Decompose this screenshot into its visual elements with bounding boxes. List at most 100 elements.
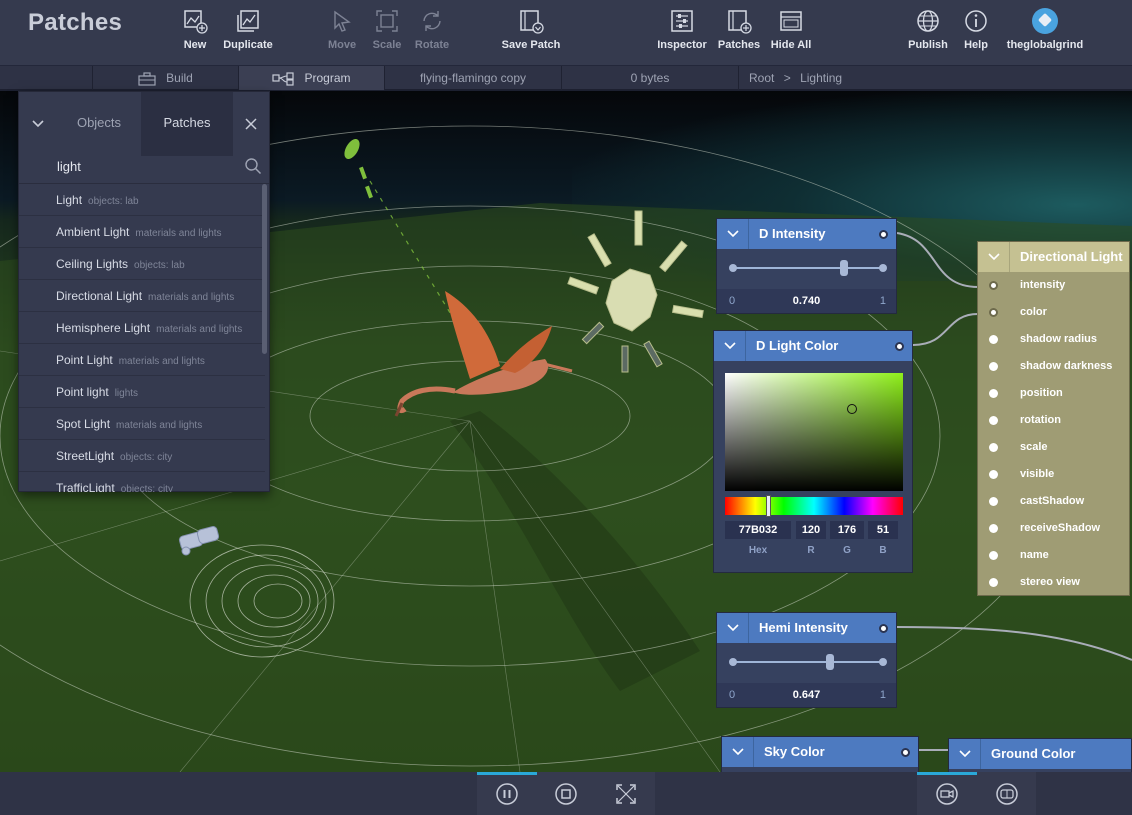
node-header[interactable]: D Intensity: [717, 219, 896, 249]
input-port-row[interactable]: receiveShadow: [978, 515, 1129, 542]
slider-value[interactable]: 0.647: [717, 683, 896, 707]
search-input[interactable]: [55, 156, 235, 176]
pause-icon[interactable]: [495, 782, 519, 806]
collapse-node-button[interactable]: [722, 737, 754, 767]
output-port[interactable]: [879, 230, 888, 239]
search-icon[interactable]: [244, 157, 262, 175]
intensity-slider-track[interactable]: [733, 267, 883, 269]
list-item[interactable]: TrafficLight objects: city: [19, 472, 265, 492]
breadcrumb-root[interactable]: Root: [749, 71, 774, 85]
output-port[interactable]: [895, 342, 904, 351]
close-panel-button[interactable]: [233, 92, 269, 156]
node-header[interactable]: D Light Color: [714, 331, 912, 361]
list-item[interactable]: StreetLight objects: city: [19, 440, 265, 472]
input-port-row[interactable]: rotation: [978, 407, 1129, 434]
camera-icon[interactable]: [935, 782, 959, 806]
input-port[interactable]: [989, 362, 998, 371]
input-port[interactable]: [989, 389, 998, 398]
slider-value[interactable]: 0.740: [717, 289, 896, 313]
intensity-slider-knob[interactable]: [826, 654, 835, 670]
user-name: theglobalgrind: [1006, 39, 1084, 51]
input-port-row[interactable]: color: [978, 299, 1129, 326]
input-port-row[interactable]: shadow darkness: [978, 353, 1129, 380]
input-port-row[interactable]: position: [978, 380, 1129, 407]
list-scrollbar[interactable]: [262, 184, 267, 354]
slider-min-dot: [729, 264, 737, 272]
input-port-row[interactable]: shadow radius: [978, 326, 1129, 353]
list-item[interactable]: Point light lights: [19, 376, 265, 408]
input-port-row[interactable]: scale: [978, 434, 1129, 461]
item-name: Spot Light: [56, 417, 111, 431]
blue-field[interactable]: 51: [868, 521, 898, 539]
input-port[interactable]: [989, 308, 998, 317]
collapse-node-button[interactable]: [717, 613, 749, 643]
item-name: Ceiling Lights: [56, 257, 129, 271]
input-port[interactable]: [989, 470, 998, 479]
node-header[interactable]: Sky Color: [722, 737, 918, 767]
color-saturation-field[interactable]: [725, 373, 903, 491]
fullscreen-icon[interactable]: [614, 782, 638, 806]
input-port[interactable]: [989, 578, 998, 587]
directional-light-node[interactable]: Directional Light intensity color shadow…: [977, 241, 1130, 596]
input-port[interactable]: [989, 281, 998, 290]
intensity-slider-knob[interactable]: [840, 260, 848, 276]
rotate-button[interactable]: Rotate: [397, 8, 467, 51]
vr-headset-icon[interactable]: [995, 782, 1019, 806]
list-item[interactable]: Light objects: lab: [19, 184, 265, 216]
list-item[interactable]: Spot Light materials and lights: [19, 408, 265, 440]
collapse-node-button[interactable]: [949, 739, 981, 769]
save-patch-button[interactable]: Save Patch: [496, 8, 566, 51]
input-port[interactable]: [989, 416, 998, 425]
list-item[interactable]: Ceiling Lights objects: lab: [19, 248, 265, 280]
color-picker-handle[interactable]: [847, 404, 857, 414]
d-light-color-node[interactable]: D Light Color 77B032 120 176 51 Hex R G …: [713, 330, 913, 573]
help-label: Help: [964, 39, 988, 51]
input-port-row[interactable]: name: [978, 542, 1129, 569]
duplicate-button[interactable]: Duplicate: [213, 8, 283, 51]
input-port[interactable]: [989, 551, 998, 560]
collapse-node-button[interactable]: [717, 219, 749, 249]
hue-slider[interactable]: [725, 497, 903, 515]
app-title: Patches: [28, 9, 123, 36]
list-item[interactable]: Ambient Light materials and lights: [19, 216, 265, 248]
node-header[interactable]: Ground Color: [949, 739, 1131, 769]
output-port[interactable]: [901, 748, 910, 757]
list-item[interactable]: Hemisphere Light materials and lights: [19, 312, 265, 344]
collapse-node-button[interactable]: [978, 242, 1010, 272]
input-port[interactable]: [989, 524, 998, 533]
input-port[interactable]: [989, 335, 998, 344]
breadcrumb: Root > Lighting: [738, 66, 1132, 90]
hue-slider-knob[interactable]: [766, 495, 771, 517]
input-port[interactable]: [989, 443, 998, 452]
sky-color-node[interactable]: Sky Color: [721, 736, 919, 772]
list-item[interactable]: Point Light materials and lights: [19, 344, 265, 376]
node-header[interactable]: Hemi Intensity: [717, 613, 896, 643]
list-item[interactable]: Directional Light materials and lights: [19, 280, 265, 312]
tab-build[interactable]: Build: [92, 66, 238, 90]
input-port-row[interactable]: visible: [978, 461, 1129, 488]
intensity-slider-track[interactable]: [733, 661, 883, 663]
green-field[interactable]: 176: [830, 521, 864, 539]
node-header[interactable]: Directional Light: [978, 242, 1129, 272]
tab-patches[interactable]: Patches: [141, 92, 233, 156]
project-name[interactable]: flying-flamingo copy: [384, 66, 561, 90]
red-field[interactable]: 120: [796, 521, 826, 539]
user-account-button[interactable]: theglobalgrind: [1000, 8, 1090, 51]
input-port-row[interactable]: castShadow: [978, 488, 1129, 515]
hemi-intensity-node[interactable]: Hemi Intensity 0 0.647 1: [716, 612, 897, 708]
hex-field[interactable]: 77B032: [725, 521, 791, 539]
stop-icon[interactable]: [554, 782, 578, 806]
input-port-row[interactable]: intensity: [978, 272, 1129, 299]
input-port[interactable]: [989, 497, 998, 506]
tab-program[interactable]: Program: [238, 66, 384, 90]
d-intensity-node[interactable]: D Intensity 0 0.740 1: [716, 218, 897, 314]
red-label: R: [807, 545, 815, 556]
project-size: 0 bytes: [561, 66, 738, 90]
collapse-panel-button[interactable]: [19, 92, 57, 156]
collapse-node-button[interactable]: [714, 331, 746, 361]
output-port[interactable]: [879, 624, 888, 633]
tab-objects[interactable]: Objects: [57, 92, 141, 156]
ground-color-node[interactable]: Ground Color: [948, 738, 1132, 772]
input-port-row[interactable]: stereo view: [978, 569, 1129, 596]
hide-all-button[interactable]: Hide All: [756, 8, 826, 51]
